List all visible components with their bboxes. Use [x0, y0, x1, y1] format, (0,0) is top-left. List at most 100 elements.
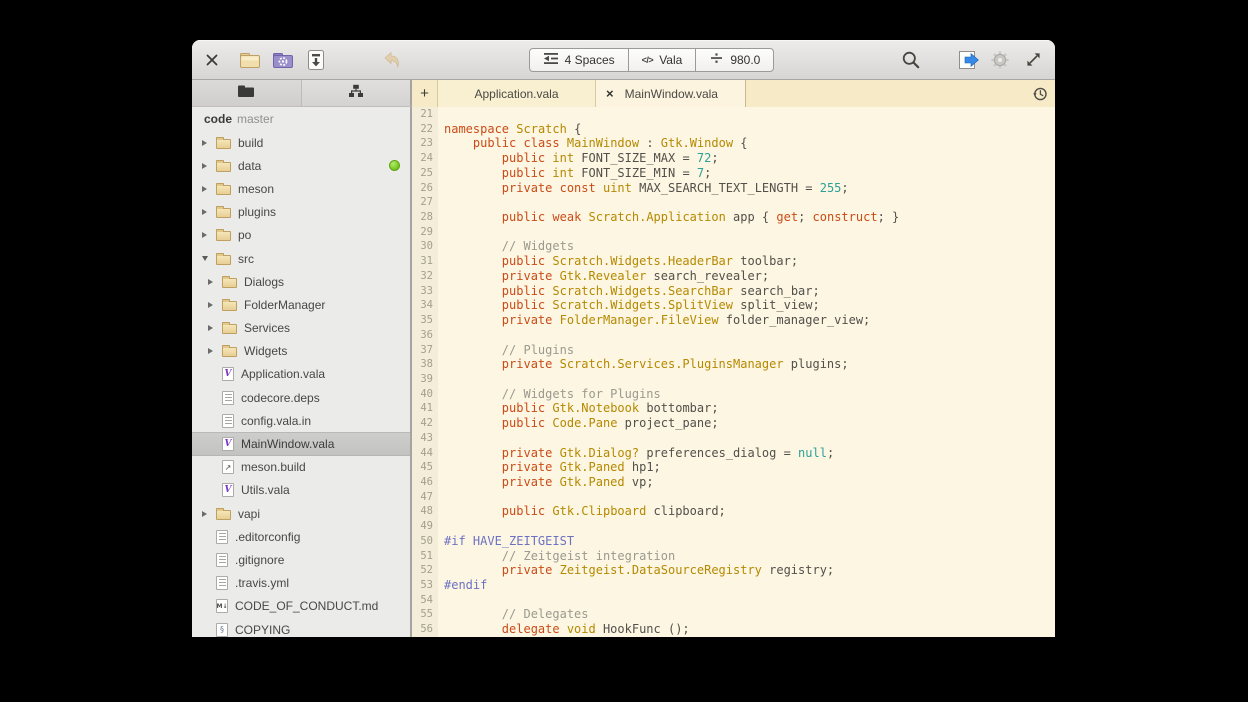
code-text: private Gtk.Paned hp1;: [438, 460, 661, 475]
code-text: delegate void HookFunc ();: [438, 622, 690, 637]
code-line[interactable]: 51 // Zeitgeist integration: [412, 549, 1055, 564]
code-line[interactable]: 49: [412, 519, 1055, 534]
code-line[interactable]: 44 private Gtk.Dialog? preferences_dialo…: [412, 446, 1055, 461]
gear-icon[interactable]: [990, 50, 1010, 70]
tree-item-COPYING[interactable]: §COPYING: [192, 618, 410, 637]
code-line[interactable]: 24 public int FONT_SIZE_MAX = 72;: [412, 151, 1055, 166]
tree-item-Services[interactable]: Services: [192, 317, 410, 340]
save-icon[interactable]: [304, 49, 328, 71]
expand-arrow-icon[interactable]: [208, 300, 217, 310]
sidebar-tab-outline[interactable]: [302, 80, 411, 106]
expand-arrow-icon[interactable]: [202, 138, 211, 148]
code-line[interactable]: 21: [412, 107, 1055, 122]
tree-item-MainWindow.vala[interactable]: VMainWindow.vala: [192, 432, 410, 455]
tree-item-CODE_OF_CONDUCT.md[interactable]: M↓CODE_OF_CONDUCT.md: [192, 595, 410, 618]
tree-item-vapi[interactable]: vapi: [192, 502, 410, 525]
code-line[interactable]: 41 public Gtk.Notebook bottombar;: [412, 401, 1055, 416]
tree-item-plugins[interactable]: plugins: [192, 201, 410, 224]
templates-folder-icon[interactable]: [271, 49, 295, 71]
code-text: private Zeitgeist.DataSourceRegistry reg…: [438, 563, 834, 578]
tree-item-.gitignore[interactable]: .gitignore: [192, 548, 410, 571]
code-line[interactable]: 39: [412, 372, 1055, 387]
open-folder-icon[interactable]: [238, 49, 262, 71]
tree-item-Application.vala[interactable]: VApplication.vala: [192, 363, 410, 386]
tree-item-.travis.yml[interactable]: .travis.yml: [192, 572, 410, 595]
share-icon[interactable]: [957, 49, 982, 71]
code-line[interactable]: 38 private Scratch.Services.PluginsManag…: [412, 357, 1055, 372]
tab-MainWindow.vala[interactable]: ×MainWindow.vala: [596, 80, 746, 107]
code-line[interactable]: 28 public weak Scratch.Application app {…: [412, 210, 1055, 225]
expand-icon[interactable]: [1024, 50, 1043, 69]
code-text: public Gtk.Notebook bottombar;: [438, 401, 719, 416]
expand-arrow-icon[interactable]: [208, 277, 217, 287]
source-editor[interactable]: 2122namespace Scratch {23 public class M…: [412, 107, 1055, 637]
code-line[interactable]: 23 public class MainWindow : Gtk.Window …: [412, 136, 1055, 151]
code-line[interactable]: 55 // Delegates: [412, 607, 1055, 622]
tree-item-Dialogs[interactable]: Dialogs: [192, 270, 410, 293]
code-line[interactable]: 53#endif: [412, 578, 1055, 593]
code-line[interactable]: 40 // Widgets for Plugins: [412, 387, 1055, 402]
tree-item-FolderManager[interactable]: FolderManager: [192, 293, 410, 316]
undo-icon[interactable]: [380, 50, 402, 70]
code-line[interactable]: 43: [412, 431, 1055, 446]
tree-item-meson[interactable]: meson: [192, 177, 410, 200]
expand-arrow-icon[interactable]: [202, 184, 211, 194]
tree-item-data[interactable]: data: [192, 154, 410, 177]
new-tab-button[interactable]: +: [412, 80, 438, 107]
code-line[interactable]: 47: [412, 490, 1055, 505]
window-close-icon[interactable]: [206, 54, 218, 66]
tree-item-src[interactable]: src: [192, 247, 410, 270]
project-header[interactable]: code master: [192, 107, 410, 131]
goto-line-button[interactable]: 980.0: [696, 48, 774, 72]
code-text: namespace Scratch {: [438, 122, 581, 137]
indent-width-button[interactable]: 4 Spaces: [529, 48, 629, 72]
code-line[interactable]: 29: [412, 225, 1055, 240]
code-line[interactable]: 26 private const uint MAX_SEARCH_TEXT_LE…: [412, 181, 1055, 196]
code-line[interactable]: 48 public Gtk.Clipboard clipboard;: [412, 504, 1055, 519]
code-line[interactable]: 34 public Scratch.Widgets.SplitView spli…: [412, 298, 1055, 313]
expand-arrow-icon[interactable]: [202, 207, 211, 217]
collapse-arrow-icon[interactable]: [202, 254, 211, 264]
code-line[interactable]: 50#if HAVE_ZEITGEIST: [412, 534, 1055, 549]
code-line[interactable]: 31 public Scratch.Widgets.HeaderBar tool…: [412, 254, 1055, 269]
tree-item-po[interactable]: po: [192, 224, 410, 247]
tree-item-codecore.deps[interactable]: codecore.deps: [192, 386, 410, 409]
code-line[interactable]: 54: [412, 593, 1055, 608]
tree-item-config.vala.in[interactable]: config.vala.in: [192, 409, 410, 432]
code-line[interactable]: 32 private Gtk.Revealer search_revealer;: [412, 269, 1055, 284]
code-line[interactable]: 36: [412, 328, 1055, 343]
expand-arrow-icon[interactable]: [208, 323, 217, 333]
code-text: private Scratch.Services.PluginsManager …: [438, 357, 849, 372]
code-line[interactable]: 37 // Plugins: [412, 343, 1055, 358]
code-line[interactable]: 27: [412, 195, 1055, 210]
sidebar-tab-files[interactable]: [192, 80, 302, 106]
expand-arrow-icon[interactable]: [202, 230, 211, 240]
tree-item-build[interactable]: build: [192, 131, 410, 154]
expand-arrow-icon[interactable]: [202, 161, 211, 171]
code-line[interactable]: 25 public int FONT_SIZE_MIN = 7;: [412, 166, 1055, 181]
code-line[interactable]: 33 public Scratch.Widgets.SearchBar sear…: [412, 284, 1055, 299]
expand-arrow-icon[interactable]: [208, 346, 217, 356]
code-line[interactable]: 42 public Code.Pane project_pane;: [412, 416, 1055, 431]
line-number: 24: [412, 151, 438, 166]
tab-close-icon[interactable]: ×: [596, 86, 614, 101]
language-button[interactable]: </> Vala: [629, 48, 697, 72]
history-button[interactable]: [1025, 80, 1055, 107]
expand-arrow-icon[interactable]: [202, 509, 211, 519]
code-line[interactable]: 30 // Widgets: [412, 239, 1055, 254]
code-line[interactable]: 52 private Zeitgeist.DataSourceRegistry …: [412, 563, 1055, 578]
tree-item-label: codecore.deps: [241, 391, 320, 405]
code-line[interactable]: 46 private Gtk.Paned vp;: [412, 475, 1055, 490]
search-icon[interactable]: [901, 50, 921, 70]
code-line[interactable]: 22namespace Scratch {: [412, 122, 1055, 137]
expander-spacer: [202, 625, 211, 635]
code-line[interactable]: 45 private Gtk.Paned hp1;: [412, 460, 1055, 475]
tab-Application.vala[interactable]: Application.vala: [438, 80, 596, 107]
code-line[interactable]: 35 private FolderManager.FileView folder…: [412, 313, 1055, 328]
tree-item-meson.build[interactable]: ↗meson.build: [192, 456, 410, 479]
code-line[interactable]: 56 delegate void HookFunc ();: [412, 622, 1055, 637]
tree-item-.editorconfig[interactable]: .editorconfig: [192, 525, 410, 548]
tree-item-Utils.vala[interactable]: VUtils.vala: [192, 479, 410, 502]
tree-item-Widgets[interactable]: Widgets: [192, 340, 410, 363]
screen-background: 4 Spaces </> Vala 980.0: [0, 0, 1248, 702]
